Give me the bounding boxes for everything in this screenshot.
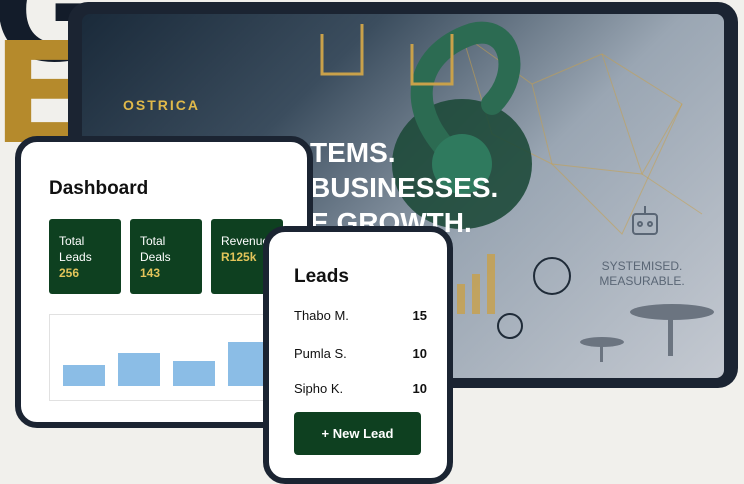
lead-count: 15 <box>412 308 427 323</box>
lead-name: Sipho K. <box>294 381 344 396</box>
tagline-line: SYSTEMISED. <box>601 259 683 273</box>
lead-row[interactable]: Sipho K. 10 <box>294 381 427 399</box>
lead-name: Pumla S. <box>294 346 347 361</box>
robot-icon <box>632 206 658 235</box>
euro-coin-icon <box>533 257 571 295</box>
dollar-coin-icon <box>497 313 523 339</box>
chart-bar <box>63 365 105 386</box>
new-lead-button[interactable]: + New Lead <box>294 412 421 455</box>
hero-tagline: SYSTEMISED. MEASURABLE. <box>592 259 692 289</box>
lead-row[interactable]: Thabo M. 15 <box>294 308 427 326</box>
stat-total-deals[interactable]: Total Deals 143 <box>130 219 202 294</box>
brand-name: OSTRICA <box>123 97 200 113</box>
stat-label: Leads <box>59 250 92 264</box>
acacia-trees-icon <box>580 304 714 362</box>
lead-row[interactable]: Pumla S. 10 <box>294 346 427 364</box>
headline-line: TEMS. <box>310 137 396 168</box>
stat-value: 256 <box>59 266 80 280</box>
stat-total-leads[interactable]: Total Leads 256 <box>49 219 121 294</box>
tagline-line: MEASURABLE. <box>599 274 685 288</box>
lead-count: 10 <box>412 381 427 396</box>
chart-bar <box>173 361 215 386</box>
dashboard-title: Dashboard <box>49 178 149 199</box>
leads-card: Leads Thabo M. 15 Pumla S. 10 Sipho K. 1… <box>263 226 453 484</box>
stat-label: Total <box>140 234 166 248</box>
stat-label: Total <box>59 234 85 248</box>
lead-name: Thabo M. <box>294 308 349 323</box>
stat-value: 143 <box>140 266 161 280</box>
stat-label: Deals <box>140 250 171 264</box>
headline-line: BUSINESSES. <box>310 172 499 203</box>
bar-chart <box>49 314 294 401</box>
lead-count: 10 <box>412 346 427 361</box>
bar-graph-icon <box>457 254 495 314</box>
chart-bar <box>118 353 160 386</box>
leads-title: Leads <box>294 266 349 287</box>
hero-headline: TEMS. BUSINESSES. E GROWTH. <box>310 135 498 240</box>
